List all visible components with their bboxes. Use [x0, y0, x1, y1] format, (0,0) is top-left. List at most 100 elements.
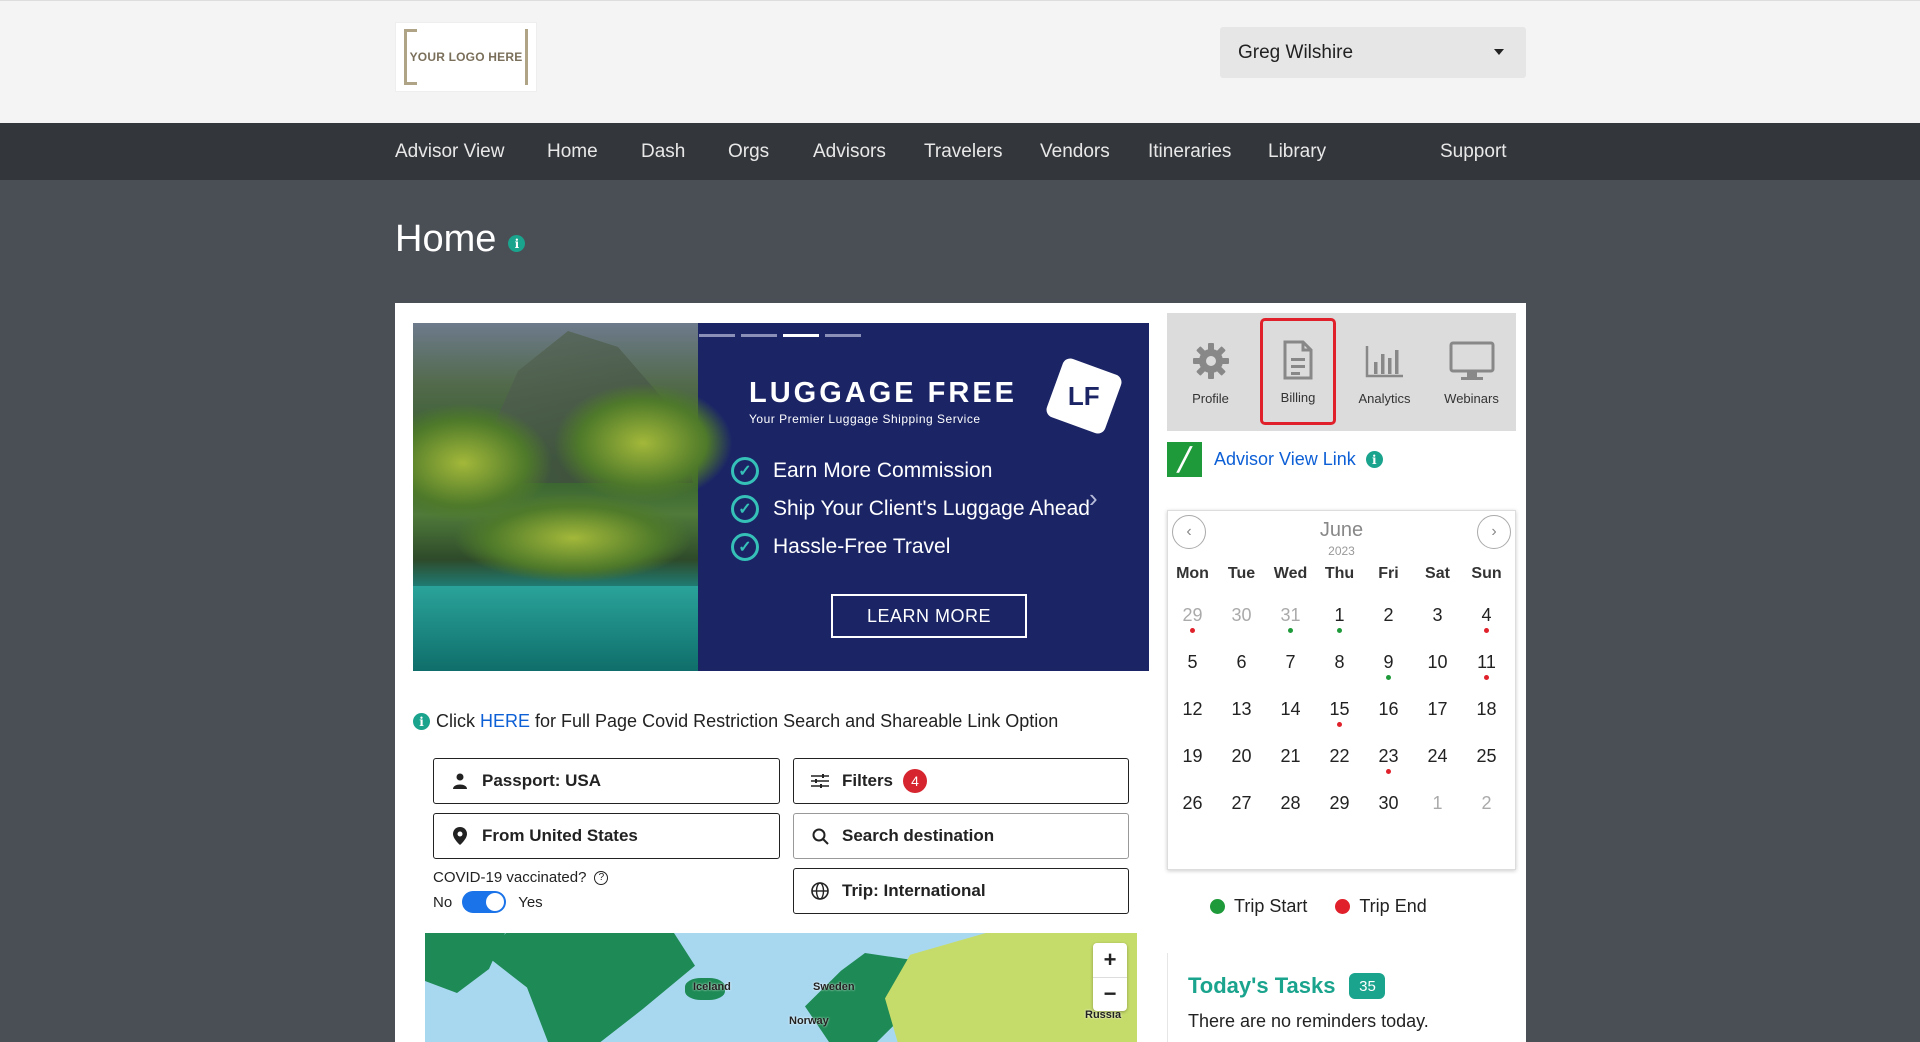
- legend-trip-start: Trip Start: [1234, 896, 1308, 916]
- nav-vendors[interactable]: Vendors: [1040, 141, 1110, 163]
- carousel-dot-active[interactable]: [783, 334, 819, 337]
- banner-bullet: ✓ Earn More Commission: [731, 457, 992, 485]
- destination-search-input[interactable]: Search destination: [793, 813, 1129, 859]
- nav-home[interactable]: Home: [547, 141, 598, 163]
- calendar-day[interactable]: 1: [1413, 789, 1462, 836]
- nav-support[interactable]: Support: [1440, 141, 1507, 163]
- origin-country-select[interactable]: From United States: [433, 813, 780, 859]
- calendar-day[interactable]: 29: [1315, 789, 1364, 836]
- trip-type-select[interactable]: Trip: International: [793, 868, 1129, 914]
- tile-label: Profile: [1192, 390, 1229, 406]
- logo-text: YOUR LOGO HERE: [404, 29, 528, 85]
- calendar-day[interactable]: 15: [1315, 695, 1364, 742]
- webinars-tile[interactable]: Webinars: [1428, 313, 1515, 431]
- covid-here-link[interactable]: HERE: [480, 711, 530, 732]
- search-icon: [810, 828, 830, 845]
- calendar-day[interactable]: 3: [1413, 601, 1462, 648]
- trip-end-dot: [1386, 769, 1391, 774]
- calendar-day[interactable]: 23: [1364, 742, 1413, 789]
- calendar-day[interactable]: 22: [1315, 742, 1364, 789]
- zoom-out-button[interactable]: −: [1093, 978, 1127, 1012]
- calendar-day[interactable]: 27: [1217, 789, 1266, 836]
- check-circle-icon: ✓: [731, 457, 759, 485]
- calendar-day[interactable]: 12: [1168, 695, 1217, 742]
- profile-tile[interactable]: Profile: [1167, 313, 1254, 431]
- calendar-day[interactable]: 8: [1315, 648, 1364, 695]
- calendar-day[interactable]: 20: [1217, 742, 1266, 789]
- analytics-tile[interactable]: Analytics: [1341, 313, 1428, 431]
- calendar-day[interactable]: 13: [1217, 695, 1266, 742]
- tasks-count-badge[interactable]: 35: [1349, 973, 1386, 999]
- calendar-day[interactable]: 5: [1168, 648, 1217, 695]
- nav-itineraries[interactable]: Itineraries: [1148, 141, 1231, 163]
- calendar-day[interactable]: 17: [1413, 695, 1462, 742]
- sliders-icon: [810, 773, 830, 789]
- nav-library[interactable]: Library: [1268, 141, 1326, 163]
- info-icon: i: [413, 713, 430, 730]
- weekday-label: Tue: [1227, 565, 1256, 582]
- bar-chart-icon: [1365, 339, 1405, 383]
- calendar-day[interactable]: 11: [1462, 648, 1511, 695]
- calendar-day[interactable]: 9: [1364, 648, 1413, 695]
- info-icon[interactable]: i: [508, 235, 526, 252]
- calendar-day[interactable]: 16: [1364, 695, 1413, 742]
- calendar-day[interactable]: 19: [1168, 742, 1217, 789]
- weekday-label: Sat: [1425, 565, 1450, 582]
- calendar-legend: Trip Start Trip End: [1210, 896, 1427, 917]
- todays-tasks: Today's Tasks 35 There are no reminders …: [1167, 953, 1516, 1042]
- promo-banner[interactable]: LUGGAGE FREE Your Premier Luggage Shippi…: [413, 323, 1149, 671]
- carousel-dot[interactable]: [825, 334, 861, 337]
- trip-end-dot: [1335, 899, 1351, 914]
- calendar-day[interactable]: 25: [1462, 742, 1511, 789]
- calendar-day[interactable]: 24: [1413, 742, 1462, 789]
- carousel-dot[interactable]: [741, 334, 777, 337]
- nav-orgs[interactable]: Orgs: [728, 141, 769, 163]
- calendar-day[interactable]: 4: [1462, 601, 1511, 648]
- weekday-label: Fri: [1378, 565, 1399, 582]
- vaccinated-toggle-row: No Yes: [433, 891, 543, 913]
- calendar-day[interactable]: 14: [1266, 695, 1315, 742]
- vaccinated-toggle[interactable]: [462, 891, 507, 913]
- info-icon[interactable]: i: [1365, 451, 1383, 468]
- carousel-dot[interactable]: [699, 334, 735, 337]
- weekday-label: Mon: [1176, 565, 1209, 582]
- filters-button[interactable]: Filters 4: [793, 758, 1129, 804]
- nav-travelers[interactable]: Travelers: [924, 141, 1002, 163]
- calendar-day[interactable]: 29: [1168, 601, 1217, 648]
- nav-dash[interactable]: Dash: [641, 141, 685, 163]
- company-logo[interactable]: YOUR LOGO HERE: [395, 22, 537, 92]
- calendar-day[interactable]: 7: [1266, 648, 1315, 695]
- filters-count-badge: 4: [903, 769, 928, 793]
- calendar-day[interactable]: 21: [1266, 742, 1315, 789]
- calendar-day[interactable]: 2: [1364, 601, 1413, 648]
- calendar-day[interactable]: 28: [1266, 789, 1315, 836]
- help-icon[interactable]: ?: [594, 870, 609, 885]
- calendar-day[interactable]: 30: [1364, 789, 1413, 836]
- calendar-day[interactable]: 2: [1462, 789, 1511, 836]
- user-menu-dropdown[interactable]: Greg Wilshire: [1220, 27, 1526, 78]
- trip-end-dot: [1190, 628, 1195, 633]
- calendar-day[interactable]: 18: [1462, 695, 1511, 742]
- banner-logo-mark: LF: [1044, 356, 1124, 436]
- nav-advisors[interactable]: Advisors: [813, 141, 886, 163]
- zoom-in-button[interactable]: +: [1093, 943, 1127, 978]
- calendar-day[interactable]: 30: [1217, 601, 1266, 648]
- calendar-week: 19 20 21 22 23 24 25: [1168, 742, 1517, 789]
- chevron-right-icon[interactable]: ›: [1477, 515, 1511, 549]
- legend-trip-end: Trip End: [1359, 896, 1427, 916]
- chevron-right-icon[interactable]: ›: [1089, 483, 1098, 514]
- calendar-day[interactable]: 31: [1266, 601, 1315, 648]
- carousel-indicators[interactable]: [699, 334, 861, 337]
- tasks-empty-message: There are no reminders today.: [1188, 1011, 1429, 1031]
- passport-select[interactable]: Passport: USA: [433, 758, 780, 804]
- billing-tile[interactable]: Billing: [1260, 318, 1336, 425]
- nav-advisor-view[interactable]: Advisor View: [395, 141, 504, 163]
- learn-more-button[interactable]: LEARN MORE: [831, 594, 1027, 638]
- calendar-day[interactable]: 10: [1413, 648, 1462, 695]
- trip-start-dot: [1337, 628, 1342, 633]
- calendar-day[interactable]: 26: [1168, 789, 1217, 836]
- calendar-day[interactable]: 6: [1217, 648, 1266, 695]
- calendar-day[interactable]: 1: [1315, 601, 1364, 648]
- covid-map[interactable]: Iceland Sweden Norway Russia + −: [425, 933, 1137, 1042]
- advisor-view-link[interactable]: Advisor View Link: [1214, 449, 1356, 470]
